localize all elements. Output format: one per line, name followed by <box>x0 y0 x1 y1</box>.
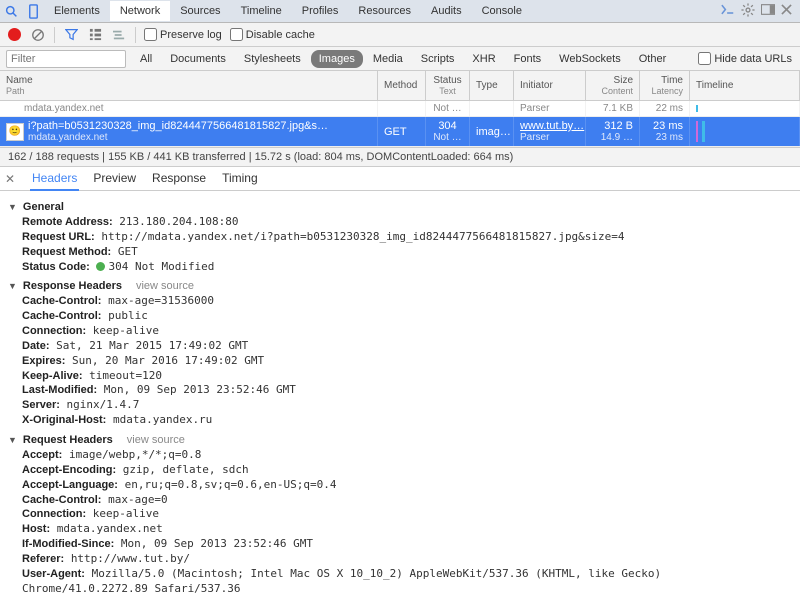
thumbnail-icon: 🙂 <box>6 123 24 141</box>
device-icon[interactable] <box>22 0 44 22</box>
main-tab-network[interactable]: Network <box>110 1 170 21</box>
header-row: Referer: http://www.tut.by/ <box>22 552 792 567</box>
request-headers-section-header[interactable]: ▼Request Headersview source <box>8 434 792 446</box>
detail-tab-response[interactable]: Response <box>150 167 208 191</box>
timeline-overview-icon[interactable] <box>111 27 127 43</box>
col-timeline[interactable]: Timeline <box>690 71 800 100</box>
status-bar: 162 / 188 requests | 155 KB / 441 KB tra… <box>0 147 800 167</box>
initiator-link[interactable]: www.tut.by… <box>520 120 579 132</box>
detail-tab-headers[interactable]: Headers <box>30 167 79 191</box>
large-rows-icon[interactable] <box>87 27 103 43</box>
record-button[interactable] <box>6 27 22 43</box>
hide-data-urls-checkbox[interactable]: Hide data URLs <box>698 52 800 65</box>
col-initiator[interactable]: Initiator <box>514 71 586 100</box>
col-size[interactable]: SizeContent <box>586 71 640 100</box>
close-icon[interactable] <box>781 4 792 18</box>
headers-panel: ▼General Remote Address: 213.180.204.108… <box>0 191 800 606</box>
close-details-icon[interactable]: ✕ <box>2 172 18 186</box>
header-row: Accept-Language: en,ru;q=0.8,sv;q=0.6,en… <box>22 478 792 493</box>
preserve-log-checkbox[interactable]: Preserve log <box>144 28 222 41</box>
view-source-link[interactable]: view source <box>127 434 185 446</box>
filter-all[interactable]: All <box>132 50 160 68</box>
header-row: Server: nginx/1.4.7 <box>22 398 792 413</box>
header-row: If-Modified-Since: Mon, 09 Sep 2013 23:5… <box>22 537 792 552</box>
filter-scripts[interactable]: Scripts <box>413 50 463 68</box>
header-row: X-Original-Host: mdata.yandex.ru <box>22 413 792 428</box>
header-row: Host: mdata.yandex.net <box>22 522 792 537</box>
header-row: Keep-Alive: timeout=120 <box>22 369 792 384</box>
network-grid-body: mdata.yandex.net Not … Parser 7.1 KB 22 … <box>0 101 800 147</box>
filter-xhr[interactable]: XHR <box>464 50 503 68</box>
main-tab-audits[interactable]: Audits <box>421 1 472 21</box>
col-time[interactable]: TimeLatency <box>640 71 690 100</box>
main-tab-timeline[interactable]: Timeline <box>231 1 292 21</box>
main-tab-elements[interactable]: Elements <box>44 1 110 21</box>
console-drawer-icon[interactable] <box>721 4 735 18</box>
table-row[interactable]: mdata.yandex.net Not … Parser 7.1 KB 22 … <box>0 101 800 117</box>
main-tab-resources[interactable]: Resources <box>348 1 421 21</box>
filter-websockets[interactable]: WebSockets <box>551 50 629 68</box>
disable-cache-checkbox[interactable]: Disable cache <box>230 28 315 41</box>
settings-icon[interactable] <box>741 3 755 20</box>
filter-fonts[interactable]: Fonts <box>506 50 550 68</box>
filter-input[interactable] <box>6 50 126 68</box>
dock-icon[interactable] <box>761 4 775 18</box>
status-dot-icon <box>96 262 105 271</box>
search-icon[interactable] <box>0 0 22 22</box>
detail-tab-timing[interactable]: Timing <box>220 167 260 191</box>
network-toolbar: Preserve log Disable cache <box>0 23 800 47</box>
filter-stylesheets[interactable]: Stylesheets <box>236 50 309 68</box>
filter-documents[interactable]: Documents <box>162 50 234 68</box>
filter-other[interactable]: Other <box>631 50 675 68</box>
header-row: Date: Sat, 21 Mar 2015 17:49:02 GMT <box>22 339 792 354</box>
header-row: Cache-Control: public <box>22 309 792 324</box>
header-row: Cache-Control: max-age=0 <box>22 493 792 508</box>
filter-icon[interactable] <box>63 27 79 43</box>
clear-icon[interactable] <box>30 27 46 43</box>
view-source-link[interactable]: view source <box>136 280 194 292</box>
response-headers-section-header[interactable]: ▼Response Headersview source <box>8 280 792 292</box>
filter-media[interactable]: Media <box>365 50 411 68</box>
detail-tab-preview[interactable]: Preview <box>91 167 138 191</box>
header-row: Accept-Encoding: gzip, deflate, sdch <box>22 463 792 478</box>
main-tab-sources[interactable]: Sources <box>170 1 230 21</box>
main-tab-profiles[interactable]: Profiles <box>292 1 349 21</box>
header-row: Cache-Control: max-age=31536000 <box>22 294 792 309</box>
col-method[interactable]: Method <box>378 71 426 100</box>
col-status[interactable]: StatusText <box>426 71 470 100</box>
col-type[interactable]: Type <box>470 71 514 100</box>
request-detail-tabs: ✕ Headers Preview Response Timing <box>0 167 800 191</box>
header-row: Accept: image/webp,*/*;q=0.8 <box>22 448 792 463</box>
header-row: Connection: keep-alive <box>22 324 792 339</box>
header-row: Connection: keep-alive <box>22 507 792 522</box>
devtools-main-tabs: ElementsNetworkSourcesTimelineProfilesRe… <box>0 0 800 23</box>
network-grid-header: NamePath Method StatusText Type Initiato… <box>0 71 800 101</box>
header-row: Expires: Sun, 20 Mar 2016 17:49:02 GMT <box>22 354 792 369</box>
main-tab-console[interactable]: Console <box>472 1 532 21</box>
table-row[interactable]: 🙂 i?path=b0531230328_img_id8244477566481… <box>0 117 800 147</box>
header-row: User-Agent: Mozilla/5.0 (Macintosh; Inte… <box>22 567 792 597</box>
general-section-header[interactable]: ▼General <box>8 201 792 213</box>
header-row: Last-Modified: Mon, 09 Sep 2013 23:52:46… <box>22 383 792 398</box>
filter-bar: AllDocumentsStylesheetsImagesMediaScript… <box>0 47 800 71</box>
col-name[interactable]: NamePath <box>0 71 378 100</box>
filter-images[interactable]: Images <box>311 50 363 68</box>
